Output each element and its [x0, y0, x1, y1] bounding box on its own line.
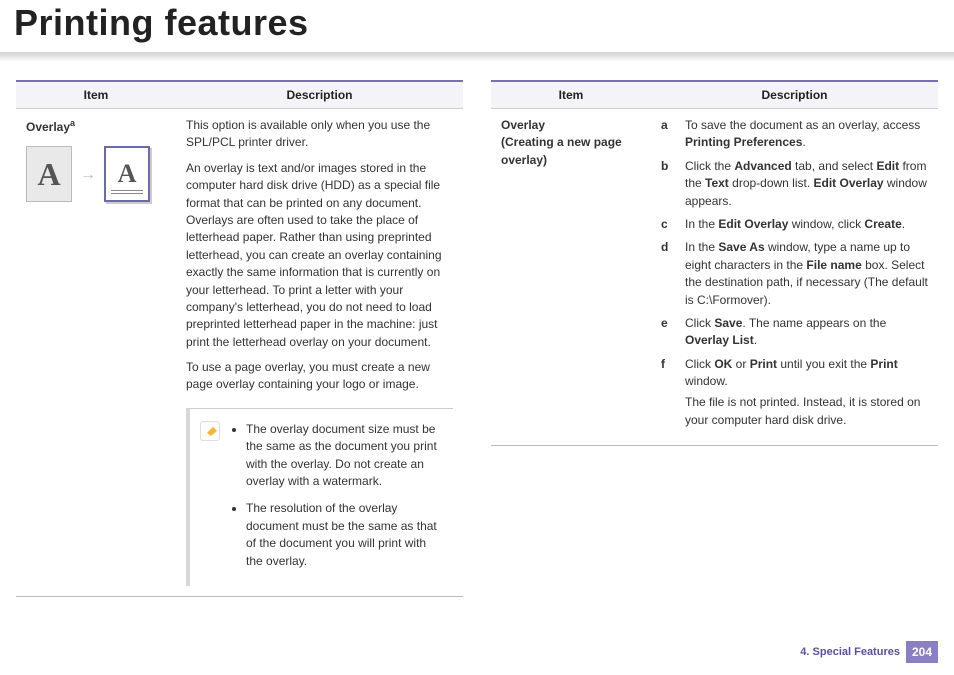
content-columns: Item Description Overlaya A → A	[0, 80, 954, 597]
list-item: c In the Edit Overlay window, click Creat…	[661, 216, 928, 233]
col-header-description: Description	[176, 81, 463, 109]
list-item: a To save the document as an overlay, acc…	[661, 117, 928, 152]
overlay-document-icon: A	[104, 146, 150, 202]
note-box: The overlay document size must be the sa…	[186, 408, 453, 586]
left-column: Item Description Overlaya A → A	[16, 80, 463, 597]
step-text: Click OK or Print until you exit the Pri…	[685, 356, 928, 430]
title-divider	[0, 52, 954, 62]
overlay-sheet-icon: A	[26, 146, 72, 202]
step-text: In the Edit Overlay window, click Create…	[685, 216, 928, 233]
list-item: bClick the Advanced tab, and select Edit…	[661, 158, 928, 210]
right-table: Item Description Overlay (Creating a new…	[491, 80, 938, 446]
item-label: Overlay	[501, 117, 641, 134]
footnote-marker: a	[70, 118, 75, 128]
item-label: Overlay	[26, 120, 70, 134]
chapter-label: 4. Special Features	[800, 646, 900, 658]
note-list: The overlay document size must be the sa…	[230, 421, 443, 580]
overlay-illustration: A → A	[26, 146, 166, 202]
steps-list: a To save the document as an overlay, acc…	[661, 117, 928, 429]
right-column: Item Description Overlay (Creating a new…	[491, 80, 938, 597]
description-cell: a To save the document as an overlay, acc…	[651, 109, 938, 446]
step-marker: b	[661, 158, 675, 210]
overlay-paragraph-2: An overlay is text and/or images stored …	[186, 160, 453, 351]
list-item: e Click Save. The name appears on the Ove…	[661, 315, 928, 350]
item-subtitle: (Creating a new page overlay)	[501, 134, 641, 169]
page-title: Printing features	[0, 0, 954, 44]
item-cell-overlay: Overlaya A → A	[16, 109, 176, 597]
col-header-item: Item	[16, 81, 176, 109]
note-pencil-icon	[200, 421, 220, 441]
arrow-right-icon: →	[80, 163, 96, 186]
list-item: fClick OK or Print until you exit the Pr…	[661, 356, 928, 430]
page-footer: 4. Special Features 204	[800, 641, 938, 663]
overlay-paragraph-3: To use a page overlay, you must create a…	[186, 359, 453, 394]
step-text: Click the Advanced tab, and select Edit …	[685, 158, 928, 210]
description-cell: This option is available only when you u…	[176, 109, 463, 597]
list-item: dIn the Save As window, type a name up t…	[661, 239, 928, 309]
step-text: To save the document as an overlay, acce…	[685, 117, 928, 152]
table-row: Overlay (Creating a new page overlay) aT…	[491, 109, 938, 446]
page-number-badge: 204	[906, 641, 938, 663]
step-marker: c	[661, 216, 675, 233]
col-header-description: Description	[651, 81, 938, 109]
step-marker: a	[661, 117, 675, 152]
step-marker: d	[661, 239, 675, 309]
step-marker: e	[661, 315, 675, 350]
overlay-paragraph-1: This option is available only when you u…	[186, 117, 453, 152]
step-text: Click Save. The name appears on the Over…	[685, 315, 928, 350]
list-item: The resolution of the overlay document m…	[246, 500, 443, 570]
item-cell-overlay-create: Overlay (Creating a new page overlay)	[491, 109, 651, 446]
list-item: The overlay document size must be the sa…	[246, 421, 443, 491]
step-text: In the Save As window, type a name up to…	[685, 239, 928, 309]
col-header-item: Item	[491, 81, 651, 109]
table-row: Overlaya A → A This option is available …	[16, 109, 463, 597]
left-table: Item Description Overlaya A → A	[16, 80, 463, 597]
step-marker: f	[661, 356, 675, 430]
